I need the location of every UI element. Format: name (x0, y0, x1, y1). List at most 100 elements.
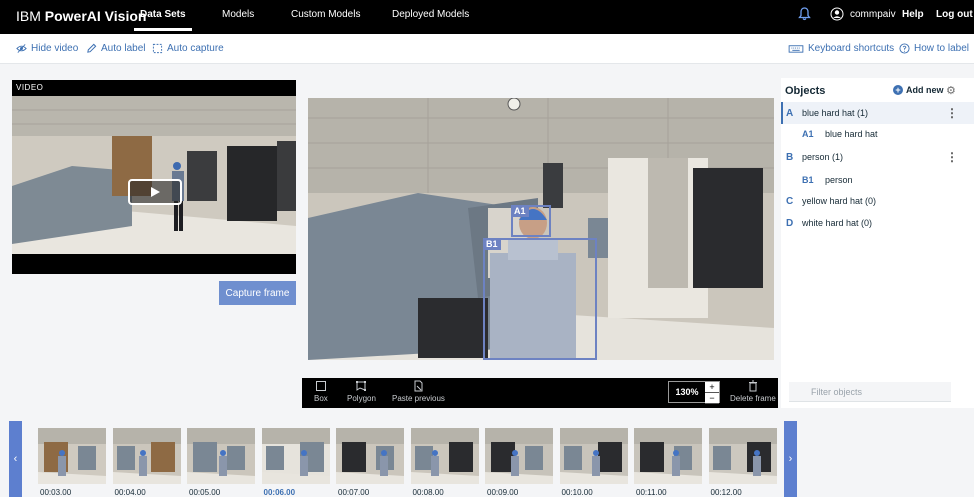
filmstrip-thumbnail[interactable]: 00:07.00 (336, 428, 404, 497)
tab-data-sets[interactable]: Data Sets (134, 9, 192, 31)
add-new-label: Add new (906, 85, 944, 95)
capture-frame-button[interactable]: Capture frame (219, 281, 296, 305)
object-name: blue hard hat (1) (802, 108, 869, 118)
bounding-box-b1[interactable]: B1 (483, 238, 597, 360)
filmstrip-thumbnail[interactable]: 00:09.00 (485, 428, 553, 497)
auto-label-label: Auto label (101, 43, 146, 54)
instance-row-a1[interactable]: A1 blue hard hat (781, 123, 974, 145)
filmstrip-thumbnail[interactable]: 00:06.00 (261, 428, 330, 497)
thumbnail-image (112, 428, 181, 484)
thumbnail-time: 00:05.00 (189, 488, 221, 497)
object-name: yellow hard hat (0) (802, 196, 877, 206)
zoom-level: 130% (675, 387, 699, 397)
paste-previous-tool[interactable]: Paste previous (392, 380, 445, 403)
help-link[interactable]: Help (902, 9, 924, 20)
trash-icon (748, 380, 757, 392)
thumbnail-time: 00:08.00 (412, 488, 444, 497)
object-letter: C (786, 195, 794, 207)
labeling-canvas: A1 B1 Box Polygon Paste previous 130% + … (302, 92, 778, 408)
labeling-toolbar: Hide video Auto label Auto capture Keybo… (0, 34, 974, 64)
tab-deployed-models[interactable]: Deployed Models (392, 9, 469, 20)
bbox-tag: A1 (511, 205, 529, 217)
auto-label-button[interactable]: Auto label (86, 43, 145, 54)
object-letter: B (786, 151, 794, 163)
filmstrip-thumbnail[interactable]: 00:08.00 (410, 428, 479, 497)
object-letter: D (786, 217, 794, 229)
pencil-icon (87, 43, 97, 53)
filmstrip-thumbnail[interactable]: 00:05.00 (187, 428, 255, 497)
video-frame[interactable] (12, 96, 296, 254)
paste-previous-label: Paste previous (392, 394, 445, 403)
delete-frame-label: Delete frame (730, 394, 776, 403)
filmstrip-next-button[interactable]: › (784, 421, 797, 497)
add-new-button[interactable]: + Add new (893, 85, 944, 95)
play-icon (151, 187, 160, 197)
thumbnail-time: 00:10.00 (561, 488, 593, 497)
thumbnail-image (559, 428, 628, 484)
thumbnail-time: 00:06.00 (263, 488, 296, 497)
kebab-menu-icon[interactable]: ⋮ (946, 106, 958, 120)
hide-video-button[interactable]: Hide video (16, 43, 78, 54)
bell-icon[interactable] (798, 7, 811, 24)
keyboard-shortcuts-button[interactable]: Keyboard shortcuts (788, 43, 894, 54)
filter-objects-input[interactable] (789, 382, 951, 402)
thumbnail-image (410, 428, 479, 484)
how-to-label-label: How to label (914, 43, 970, 54)
filmstrip-thumbnail[interactable]: 00:12.00 (708, 428, 777, 497)
tab-custom-models[interactable]: Custom Models (291, 9, 360, 20)
keyboard-icon (788, 45, 804, 53)
zoom-control: 130% + − (668, 381, 720, 404)
drawing-toolbar: Box Polygon Paste previous 130% + − Dele… (302, 378, 778, 408)
brand-name: PowerAI Vision (44, 8, 147, 24)
frame-image[interactable]: A1 B1 (308, 98, 774, 360)
how-to-label-button[interactable]: How to label (899, 43, 969, 54)
thumbnail-image (38, 428, 106, 484)
kebab-menu-icon[interactable]: ⋮ (946, 150, 958, 164)
instance-name: blue hard hat (825, 129, 878, 139)
polygon-tool-label: Polygon (347, 394, 376, 403)
object-letter: A (786, 107, 794, 119)
filmstrip-prev-button[interactable]: ‹ (9, 421, 22, 497)
play-button[interactable] (128, 179, 182, 205)
paste-icon (414, 380, 423, 392)
zoom-in-button[interactable]: + (705, 382, 719, 393)
instance-name: person (825, 175, 853, 185)
thumbnail-time: 00:04.00 (114, 488, 146, 497)
delete-frame-button[interactable]: Delete frame (730, 380, 776, 403)
object-row-c[interactable]: C yellow hard hat (0) (781, 190, 974, 212)
polygon-tool[interactable]: Polygon (347, 380, 376, 403)
objects-title: Objects (785, 85, 826, 97)
thumbnail-image (336, 428, 404, 484)
bounding-box-a1[interactable]: A1 (511, 205, 551, 237)
keyboard-shortcuts-label: Keyboard shortcuts (808, 43, 895, 54)
thumbnail-time: 00:03.00 (40, 488, 72, 497)
object-row-d[interactable]: D white hard hat (0) (781, 212, 974, 234)
object-row-b[interactable]: B person (1) ⋮ (781, 146, 974, 168)
object-name: person (1) (802, 152, 844, 162)
instance-row-b1[interactable]: B1 person (781, 169, 974, 191)
polygon-icon (356, 381, 367, 391)
instance-id: B1 (802, 175, 814, 185)
auto-capture-button[interactable]: Auto capture (152, 43, 224, 54)
app-brand[interactable]: IBM PowerAI Vision (16, 8, 146, 24)
help-circle-icon (899, 43, 910, 54)
box-icon (315, 381, 326, 391)
objects-panel: Objects + Add new ⚙ A blue hard hat (1) … (781, 78, 974, 408)
object-row-a[interactable]: A blue hard hat (1) ⋮ (781, 102, 974, 124)
thumbnail-image (485, 428, 553, 484)
zoom-out-button[interactable]: − (705, 393, 719, 404)
object-name: white hard hat (0) (802, 218, 873, 228)
username[interactable]: commpaiv (850, 9, 896, 20)
box-tool[interactable]: Box (314, 380, 328, 403)
filmstrip-thumbnail[interactable]: 00:03.00 (38, 428, 106, 497)
tab-models[interactable]: Models (222, 9, 254, 20)
plus-icon: + (893, 85, 903, 95)
filmstrip-thumbnail[interactable]: 00:10.00 (559, 428, 628, 497)
gear-icon[interactable]: ⚙ (946, 84, 956, 97)
logout-link[interactable]: Log out (936, 9, 973, 20)
filmstrip-thumbnail[interactable]: 00:11.00 (634, 428, 702, 497)
user-avatar-icon[interactable] (830, 7, 844, 24)
video-label: VIDEO (16, 83, 44, 92)
video-player: VIDEO (12, 80, 296, 274)
filmstrip-thumbnail[interactable]: 00:04.00 (112, 428, 181, 497)
